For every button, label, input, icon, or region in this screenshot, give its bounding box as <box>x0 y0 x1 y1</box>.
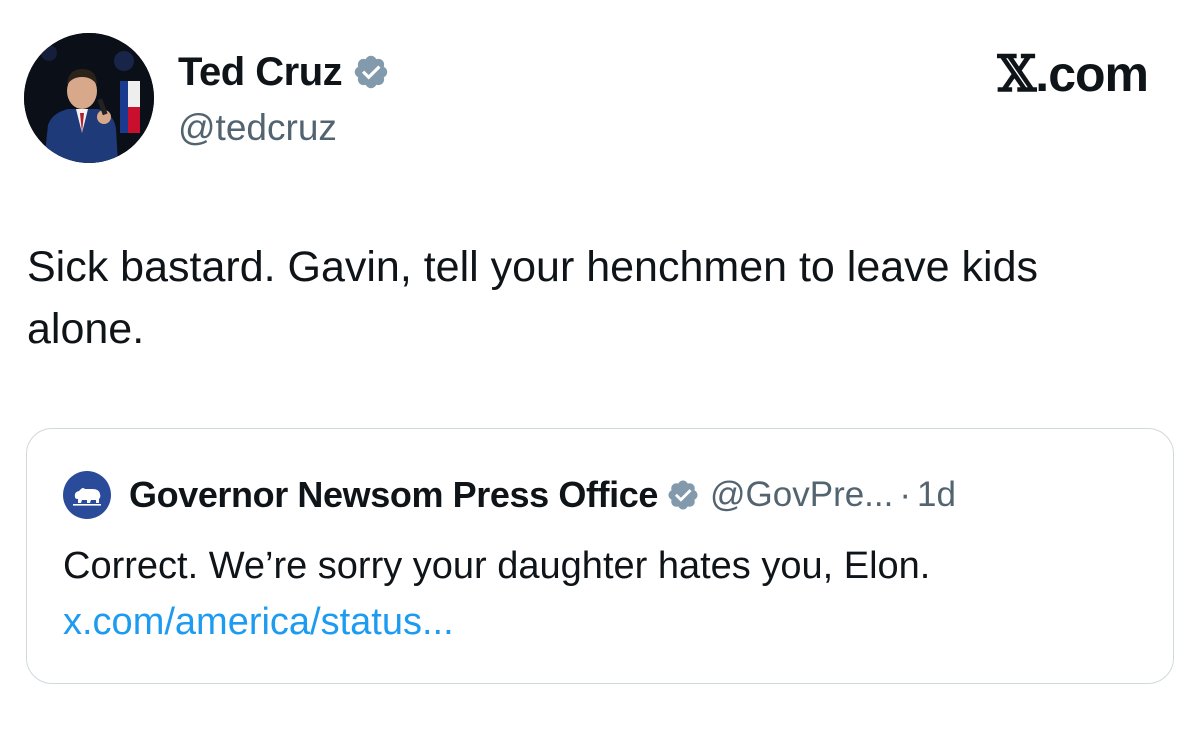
quote-author-name[interactable]: Governor Newsom Press Office <box>129 474 658 516</box>
verified-badge-icon <box>668 480 698 510</box>
dot-separator: · <box>899 475 912 514</box>
quote-header: Governor Newsom Press Office @GovPre... … <box>129 471 956 519</box>
x-logo-icon: 𝕏 <box>997 44 1037 103</box>
quote-author-avatar[interactable] <box>63 471 111 519</box>
tweet-text: Sick bastard. Gavin, tell your henchmen … <box>27 243 1039 353</box>
quote-timestamp[interactable]: 1d <box>917 475 956 515</box>
verified-badge-icon <box>354 55 388 89</box>
quote-author-handle[interactable]: @GovPre... <box>710 475 893 515</box>
quote-tweet-card[interactable]: Governor Newsom Press Office @GovPre... … <box>26 428 1174 684</box>
x-com-brand: 𝕏.com <box>997 44 1149 103</box>
author-avatar[interactable] <box>24 33 154 163</box>
quote-status-link[interactable]: x.com/america/status... <box>63 597 454 647</box>
california-bear-icon <box>73 488 101 506</box>
author-name-row[interactable]: Ted Cruz <box>178 48 390 96</box>
author-name[interactable]: Ted Cruz <box>178 48 343 96</box>
author-handle[interactable]: @tedcruz <box>178 106 337 150</box>
avatar-photo <box>24 33 154 163</box>
quote-text: Correct. We’re sorry your daughter hates… <box>63 545 931 587</box>
brand-domain: .com <box>1035 46 1149 102</box>
